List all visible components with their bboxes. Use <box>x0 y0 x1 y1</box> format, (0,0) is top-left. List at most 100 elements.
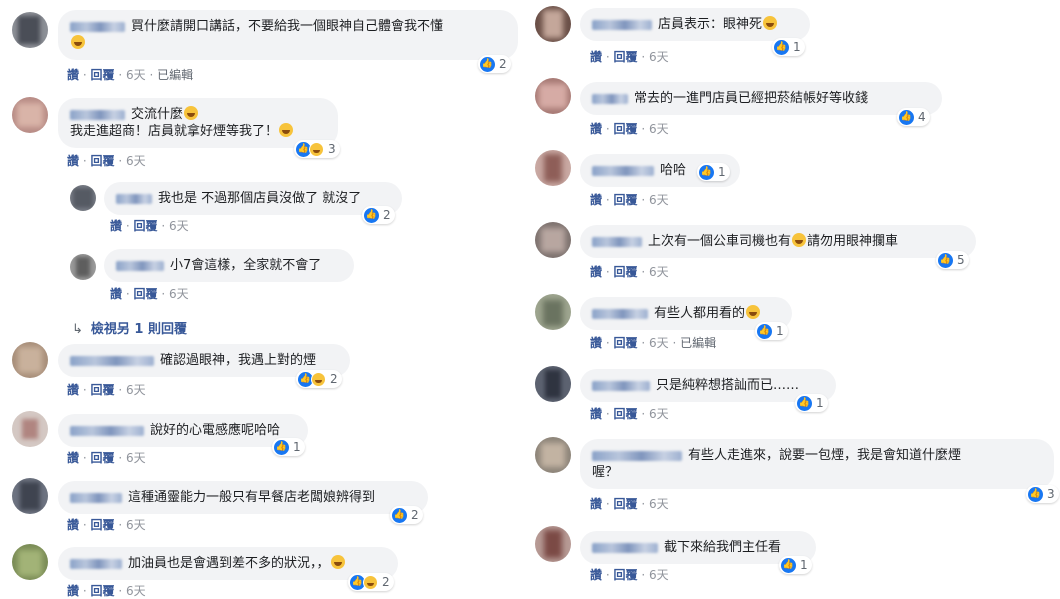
avatar[interactable] <box>535 294 571 330</box>
reaction-count[interactable]: 👍 1 <box>795 394 828 412</box>
like-link[interactable]: 讚 <box>67 383 79 397</box>
reaction-count[interactable]: 👍 1 <box>772 38 805 56</box>
reply-link[interactable]: 回覆 <box>91 518 115 532</box>
timestamp[interactable]: 6天 <box>649 407 669 421</box>
avatar[interactable] <box>12 544 48 580</box>
avatar[interactable] <box>12 12 48 48</box>
timestamp[interactable]: 6天 <box>649 497 669 511</box>
edited-label[interactable]: 已編輯 <box>157 68 193 82</box>
reaction-count[interactable]: 👍 4 <box>897 108 930 126</box>
like-link[interactable]: 讚 <box>590 568 602 582</box>
timestamp[interactable]: 6天 <box>169 287 189 301</box>
reply-link[interactable]: 回覆 <box>614 50 638 64</box>
edited-label[interactable]: 已編輯 <box>680 336 716 350</box>
reaction-count[interactable]: 👍 2 <box>362 206 395 224</box>
avatar[interactable] <box>70 254 96 280</box>
reaction-count[interactable]: 👍 2 <box>348 573 394 591</box>
avatar[interactable] <box>535 366 571 402</box>
author-name[interactable] <box>592 450 682 461</box>
like-link[interactable]: 讚 <box>110 219 122 233</box>
avatar[interactable] <box>12 342 48 378</box>
author-name[interactable] <box>70 425 144 436</box>
timestamp[interactable]: 6天 <box>126 518 146 532</box>
timestamp[interactable]: 6天 <box>649 336 669 350</box>
comment-bubble: 我也是 不過那個店員沒做了 就沒了 <box>104 182 402 215</box>
avatar[interactable] <box>12 478 48 514</box>
reply-link[interactable]: 回覆 <box>614 122 638 136</box>
reply-link[interactable]: 回覆 <box>134 219 158 233</box>
author-name[interactable] <box>116 260 164 271</box>
reaction-count[interactable]: 👍 1 <box>755 322 788 340</box>
author-name[interactable] <box>592 380 650 391</box>
avatar[interactable] <box>535 526 571 562</box>
author-name[interactable] <box>592 19 652 30</box>
reply-link[interactable]: 回覆 <box>614 568 638 582</box>
reply-link[interactable]: 回覆 <box>91 383 115 397</box>
like-link[interactable]: 讚 <box>67 518 79 532</box>
like-link[interactable]: 讚 <box>590 50 602 64</box>
author-name[interactable] <box>70 355 154 366</box>
reaction-count[interactable]: 👍 1 <box>272 438 305 456</box>
reaction-count[interactable]: 👍 1 <box>779 556 812 574</box>
author-name[interactable] <box>592 93 628 104</box>
view-more-replies-link[interactable]: ↳ 檢視另 1 則回覆 <box>72 318 187 337</box>
timestamp[interactable]: 6天 <box>649 193 669 207</box>
like-reaction-icon: 👍 <box>364 207 379 223</box>
timestamp[interactable]: 6天 <box>126 154 146 168</box>
like-link[interactable]: 讚 <box>67 68 79 82</box>
reaction-count[interactable]: 👍 3 <box>294 140 340 158</box>
timestamp[interactable]: 6天 <box>126 383 146 397</box>
avatar[interactable] <box>535 6 571 42</box>
author-name[interactable] <box>70 558 122 569</box>
comment-actions: 讚 · 回覆 · 6天 <box>590 50 669 64</box>
author-name[interactable] <box>592 308 648 319</box>
avatar[interactable] <box>535 437 571 473</box>
avatar[interactable] <box>70 185 96 211</box>
avatar[interactable] <box>12 97 48 133</box>
like-link[interactable]: 讚 <box>110 287 122 301</box>
timestamp[interactable]: 6天 <box>126 68 146 82</box>
reaction-count[interactable]: 👍 2 <box>296 370 342 388</box>
author-name[interactable] <box>70 21 125 32</box>
reply-link[interactable]: 回覆 <box>614 265 638 279</box>
reply-link[interactable]: 回覆 <box>91 68 115 82</box>
timestamp[interactable]: 6天 <box>169 219 189 233</box>
comment-actions: 讚 · 回覆 · 6天 <box>67 451 146 465</box>
avatar[interactable] <box>535 150 571 186</box>
reply-link[interactable]: 回覆 <box>91 154 115 168</box>
like-link[interactable]: 讚 <box>590 407 602 421</box>
author-name[interactable] <box>592 542 658 553</box>
like-reaction-icon: 👍 <box>774 39 789 55</box>
author-name[interactable] <box>592 165 654 176</box>
like-link[interactable]: 讚 <box>590 265 602 279</box>
reaction-count[interactable]: 👍 2 <box>390 506 423 524</box>
reaction-count[interactable]: 👍 1 <box>697 163 730 181</box>
timestamp[interactable]: 6天 <box>649 122 669 136</box>
reply-link[interactable]: 回覆 <box>91 451 115 465</box>
like-link[interactable]: 讚 <box>590 497 602 511</box>
like-link[interactable]: 讚 <box>67 154 79 168</box>
reaction-count[interactable]: 👍 3 <box>1026 485 1059 503</box>
like-link[interactable]: 讚 <box>590 193 602 207</box>
like-link[interactable]: 讚 <box>590 336 602 350</box>
avatar[interactable] <box>535 78 571 114</box>
timestamp[interactable]: 6天 <box>649 50 669 64</box>
like-link[interactable]: 讚 <box>590 122 602 136</box>
timestamp[interactable]: 6天 <box>126 451 146 465</box>
reply-link[interactable]: 回覆 <box>614 407 638 421</box>
author-name[interactable] <box>116 193 152 204</box>
timestamp[interactable]: 6天 <box>649 265 669 279</box>
like-link[interactable]: 讚 <box>67 451 79 465</box>
avatar[interactable] <box>535 222 571 258</box>
reply-link[interactable]: 回覆 <box>614 193 638 207</box>
reply-link[interactable]: 回覆 <box>614 497 638 511</box>
reply-link[interactable]: 回覆 <box>134 287 158 301</box>
avatar[interactable] <box>12 411 48 447</box>
reaction-count[interactable]: 👍 2 <box>478 55 511 73</box>
author-name[interactable] <box>592 236 642 247</box>
reaction-count[interactable]: 👍 5 <box>936 251 969 269</box>
reply-link[interactable]: 回覆 <box>614 336 638 350</box>
author-name[interactable] <box>70 109 125 120</box>
timestamp[interactable]: 6天 <box>649 568 669 582</box>
author-name[interactable] <box>70 492 122 503</box>
